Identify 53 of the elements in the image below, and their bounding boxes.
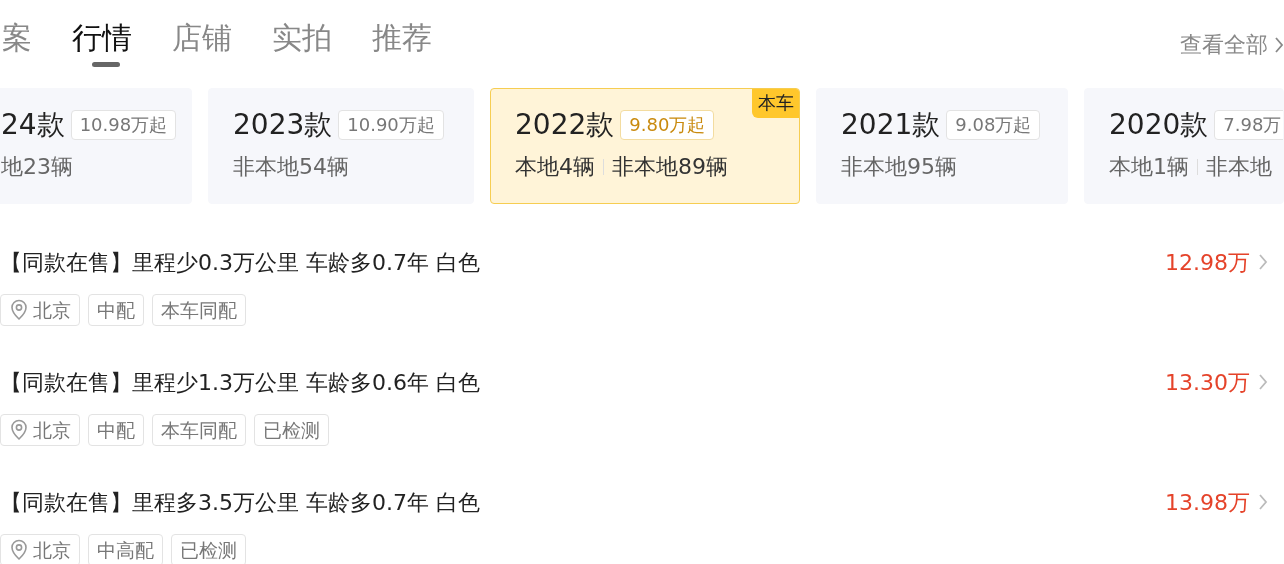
year-card[interactable]: 2023款 10.90万起 非本地54辆 [208,88,474,204]
listing-title[interactable]: 【同款在售】里程少0.3万公里 车龄多0.7年 白色 [0,245,480,279]
model-year: 2021款 [841,107,941,143]
listing-tag: 中配 [88,294,144,326]
model-year: 24款 [1,107,65,143]
current-car-badge: 本车 [752,89,799,118]
location-text: 北京 [33,417,71,443]
listing-tag: 本车同配 [152,414,246,446]
year-card[interactable]: 2020款 7.98万 本地1辆 非本地 [1084,88,1284,204]
price-tag: 9.08万起 [946,110,1041,140]
listing-price: 12.98万 [1165,248,1250,277]
location-pin-icon [9,419,29,441]
model-year: 2020款 [1109,107,1209,143]
price-tag: 7.98万 [1214,110,1283,140]
tab[interactable]: 推荐 [372,16,432,60]
price-tag: 9.80万起 [620,110,715,140]
listing-title[interactable]: 【同款在售】里程多3.5万公里 车龄多0.7年 白色 [0,485,480,519]
chevron-right-icon [1258,373,1268,391]
model-year: 2023款 [233,107,333,143]
listing-price: 13.98万 [1165,488,1250,517]
year-card[interactable]: 24款 10.98万起 地23辆 [0,88,192,204]
vehicle-count: 非本地 [1206,153,1272,181]
listing-tag: 中高配 [88,534,163,564]
location-pin-icon [9,299,29,321]
location-text: 北京 [33,297,71,323]
view-all-link[interactable]: 查看全部 [1180,28,1284,61]
location-text: 北京 [33,537,71,563]
vehicle-count: 非本地54辆 [233,153,349,181]
listing-title[interactable]: 【同款在售】里程少1.3万公里 车龄多0.6年 白色 [0,365,480,399]
vehicle-count: 本地1辆 [1109,153,1189,181]
price-tag: 10.90万起 [338,110,444,140]
listing-tag: 已检测 [171,534,246,564]
year-card[interactable]: 2021款 9.08万起 非本地95辆 [816,88,1068,204]
listing-tag: 已检测 [254,414,329,446]
vehicle-count: 本地4辆 [515,153,595,181]
vehicle-count: 非本地95辆 [841,153,957,181]
location-pin-icon [9,539,29,561]
tab[interactable]: 店铺 [172,16,232,60]
chevron-right-icon [1274,35,1284,54]
tab-underline [92,62,120,67]
model-year: 2022款 [515,107,615,143]
listing-price: 13.30万 [1165,368,1250,397]
listing-tag: 中配 [88,414,144,446]
price-tag: 10.98万起 [70,110,177,140]
vehicle-count: 非本地89辆 [612,153,728,181]
year-card[interactable]: 本车 2022款 9.80万起 本地4辆 非本地89辆 [490,88,800,204]
chevron-right-icon [1258,253,1268,271]
tab[interactable]: 案 [2,16,32,60]
listing-tag: 本车同配 [152,294,246,326]
vehicle-count: 地23辆 [1,153,73,181]
chevron-right-icon [1258,493,1268,511]
tab[interactable]: 实拍 [272,16,332,60]
tab[interactable]: 行情 [72,16,132,60]
